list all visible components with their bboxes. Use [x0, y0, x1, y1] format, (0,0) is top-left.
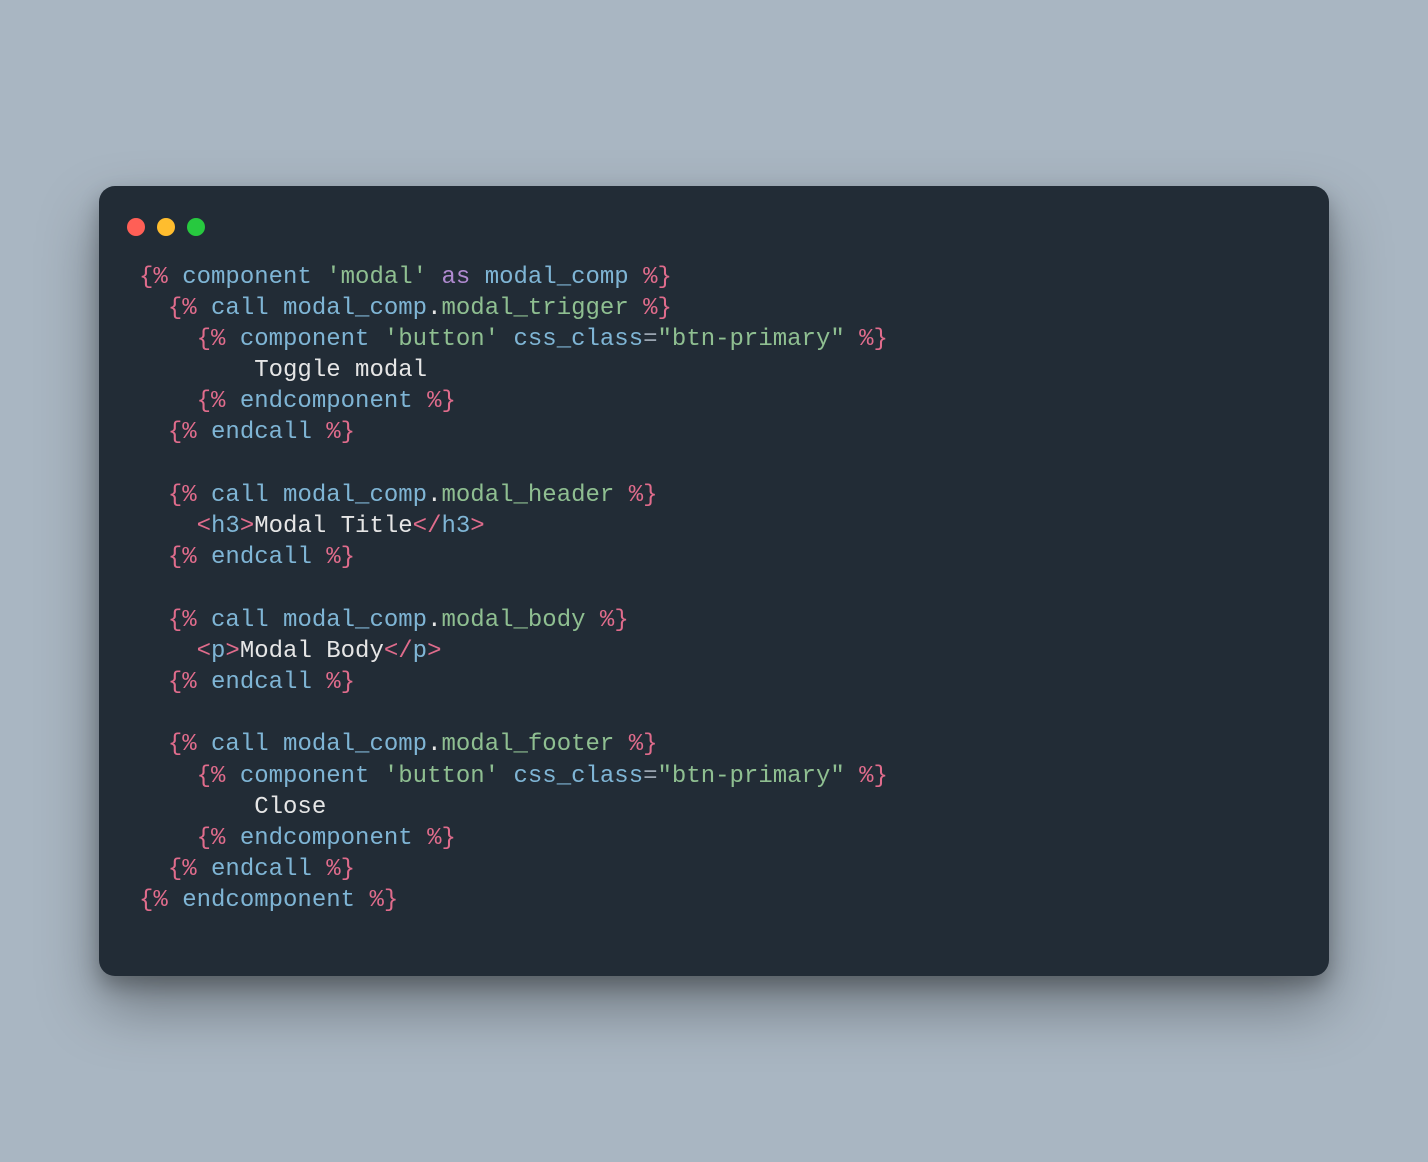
angle-close: > — [427, 638, 441, 665]
tag-delim: %} — [326, 419, 355, 446]
keyword-endcall: endcall — [197, 669, 327, 696]
angle-close: > — [225, 638, 239, 665]
keyword-call: call — [197, 731, 283, 758]
keyword-endcall: endcall — [197, 856, 327, 883]
tag-delim: %} — [859, 763, 888, 790]
tag-delim: {% — [168, 544, 197, 571]
tag-delim: {% — [197, 326, 226, 353]
ident-modal-comp: modal_comp — [283, 607, 427, 634]
dot: . — [427, 607, 441, 634]
tag-delim: %} — [859, 326, 888, 353]
keyword-endcomponent: endcomponent — [225, 825, 427, 852]
attr-css-class: css_class — [499, 326, 643, 353]
text-modal-title: Modal Title — [254, 513, 412, 540]
close-icon[interactable] — [127, 218, 145, 236]
member-modal-trigger: modal_trigger — [441, 295, 643, 322]
text-modal-body: Modal Body — [240, 638, 384, 665]
tag-delim: {% — [168, 295, 197, 322]
dot: . — [427, 295, 441, 322]
tag-delim: {% — [197, 825, 226, 852]
angle-open: < — [197, 638, 211, 665]
text-toggle-modal: Toggle modal — [254, 357, 427, 384]
tag-delim: {% — [168, 419, 197, 446]
tag-delim: {% — [168, 856, 197, 883]
keyword-call: call — [197, 295, 283, 322]
keyword-endcall: endcall — [197, 544, 327, 571]
keyword-call: call — [197, 482, 283, 509]
equals: = — [643, 326, 657, 353]
tag-delim: {% — [139, 264, 168, 291]
ident-modal-comp: modal_comp — [485, 264, 643, 291]
tag-delim: %} — [369, 887, 398, 914]
tag-delim: %} — [326, 544, 355, 571]
tag-delim: {% — [168, 482, 197, 509]
dot: . — [427, 482, 441, 509]
string-modal: 'modal' — [326, 264, 427, 291]
tag-delim: {% — [168, 731, 197, 758]
angle-close: > — [240, 513, 254, 540]
tag-delim: {% — [197, 763, 226, 790]
keyword-endcomponent: endcomponent — [168, 887, 370, 914]
keyword-endcall: endcall — [197, 419, 327, 446]
keyword-component: component — [225, 326, 383, 353]
tag-delim: {% — [168, 669, 197, 696]
string-btn-primary: "btn-primary" — [658, 763, 845, 790]
string-button: 'button' — [384, 326, 499, 353]
member-modal-body: modal_body — [441, 607, 599, 634]
minimize-icon[interactable] — [157, 218, 175, 236]
dot: . — [427, 731, 441, 758]
string-btn-primary: "btn-primary" — [658, 326, 845, 353]
keyword-endcomponent: endcomponent — [225, 388, 427, 415]
keyword-component: component — [168, 264, 326, 291]
tag-delim: %} — [427, 825, 456, 852]
tag-delim: {% — [168, 607, 197, 634]
angle-open: < — [197, 513, 211, 540]
tag-delim: %} — [427, 388, 456, 415]
keyword-as: as — [427, 264, 485, 291]
code-block: {% component 'modal' as modal_comp %} {%… — [99, 256, 1329, 917]
member-modal-header: modal_header — [441, 482, 628, 509]
tag-delim: %} — [629, 731, 658, 758]
space — [845, 763, 859, 790]
text-close: Close — [254, 794, 326, 821]
tag-h3: h3 — [211, 513, 240, 540]
tag-delim: {% — [139, 887, 168, 914]
zoom-icon[interactable] — [187, 218, 205, 236]
tag-p: p — [211, 638, 225, 665]
tag-delim: %} — [600, 607, 629, 634]
member-modal-footer: modal_footer — [441, 731, 628, 758]
space — [845, 326, 859, 353]
stage: {% component 'modal' as modal_comp %} {%… — [0, 0, 1428, 1162]
tag-delim: %} — [643, 295, 672, 322]
angle-close: > — [470, 513, 484, 540]
tag-p: p — [413, 638, 427, 665]
angle-open-slash: </ — [413, 513, 442, 540]
code-window: {% component 'modal' as modal_comp %} {%… — [99, 186, 1329, 977]
attr-css-class: css_class — [499, 763, 643, 790]
tag-delim: {% — [197, 388, 226, 415]
window-titlebar — [99, 214, 1329, 256]
ident-modal-comp: modal_comp — [283, 295, 427, 322]
keyword-call: call — [197, 607, 283, 634]
string-button: 'button' — [384, 763, 499, 790]
keyword-component: component — [225, 763, 383, 790]
tag-delim: %} — [643, 264, 672, 291]
equals: = — [643, 763, 657, 790]
tag-h3: h3 — [441, 513, 470, 540]
ident-modal-comp: modal_comp — [283, 731, 427, 758]
tag-delim: %} — [629, 482, 658, 509]
angle-open-slash: </ — [384, 638, 413, 665]
tag-delim: %} — [326, 856, 355, 883]
tag-delim: %} — [326, 669, 355, 696]
ident-modal-comp: modal_comp — [283, 482, 427, 509]
